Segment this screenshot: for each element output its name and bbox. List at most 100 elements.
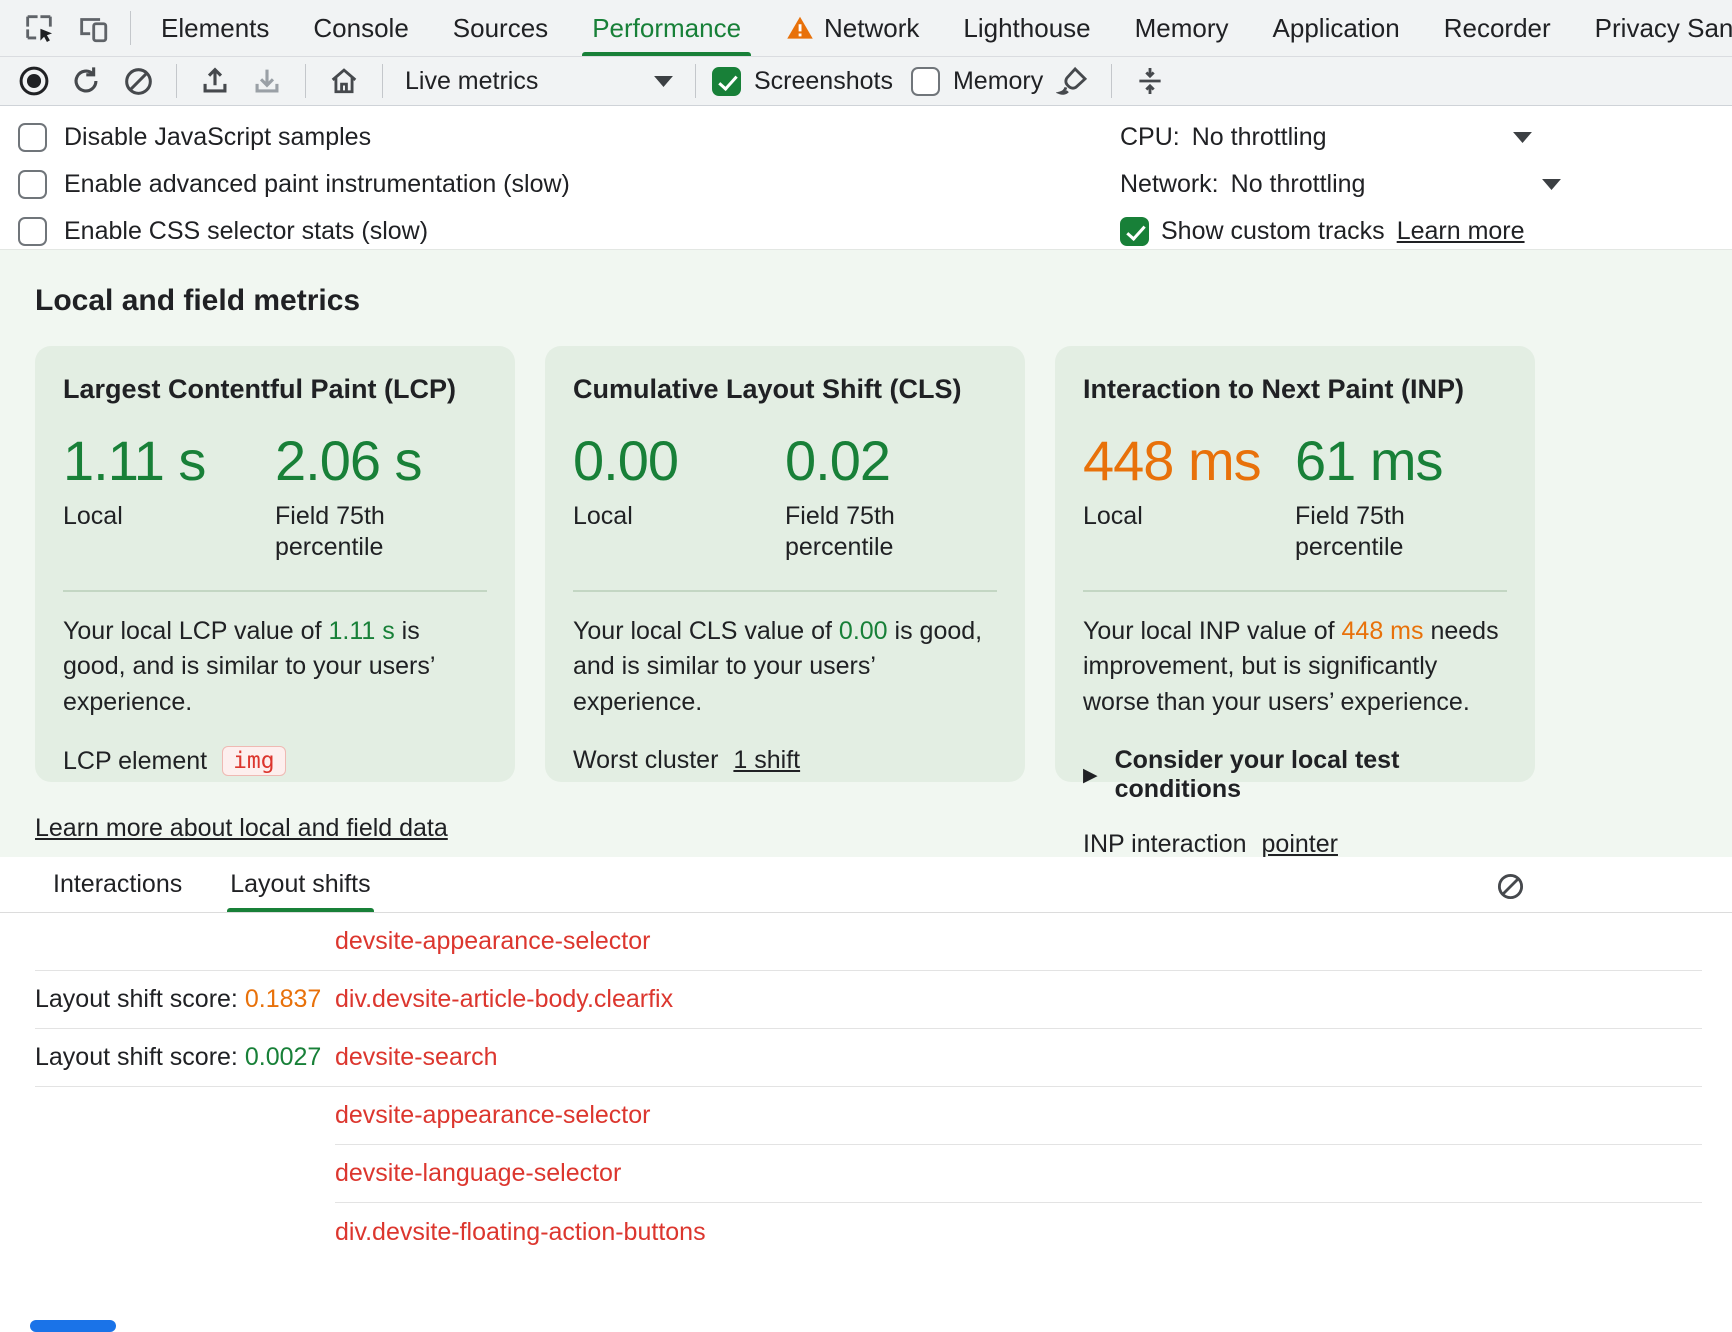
layout-shifts-list: devsite-appearance-selector Layout shift…	[35, 913, 1702, 1261]
cpu-throttling-row: CPU: No throttling	[1120, 114, 1732, 161]
css-selector-stats-checkbox[interactable]	[18, 217, 47, 246]
panel-tabs: Elements Console Sources Performance Net…	[139, 0, 1732, 56]
shift-element-link[interactable]: devsite-appearance-selector	[335, 927, 650, 956]
worst-cluster-label: Worst cluster	[573, 746, 718, 775]
lcp-element-link[interactable]: img	[222, 746, 286, 776]
inp-description: Your local INP value of 448 ms needs imp…	[1083, 614, 1507, 721]
lcp-field-value: 2.06 s	[275, 433, 487, 489]
tab-sources[interactable]: Sources	[431, 0, 570, 56]
cpu-throttling-select[interactable]: No throttling	[1192, 123, 1532, 152]
clear-recording-icon[interactable]	[116, 60, 160, 102]
lcp-description: Your local LCP value of 1.11 s is good, …	[63, 614, 487, 721]
upload-profile-icon[interactable]	[193, 60, 237, 102]
inp-interaction-label: INP interaction	[1083, 830, 1247, 859]
divider	[573, 590, 997, 592]
chevron-down-icon	[1542, 179, 1561, 190]
lcp-card: Largest Contentful Paint (LCP) 1.11 s Lo…	[35, 346, 515, 782]
tab-network[interactable]: Network	[763, 0, 941, 56]
tab-performance[interactable]: Performance	[570, 0, 763, 56]
inp-card: Interaction to Next Paint (INP) 448 ms L…	[1055, 346, 1535, 782]
tab-application[interactable]: Application	[1251, 0, 1422, 56]
divider	[1083, 590, 1507, 592]
collapse-shortcuts-icon[interactable]	[1128, 60, 1172, 102]
tab-layout-shifts[interactable]: Layout shifts	[227, 857, 373, 912]
tab-recorder[interactable]: Recorder	[1422, 0, 1573, 56]
divider	[130, 11, 131, 45]
performance-settings: Disable JavaScript samples Enable advanc…	[0, 106, 1732, 249]
advanced-paint-checkbox[interactable]	[18, 170, 47, 199]
device-toolbar-icon[interactable]	[68, 5, 118, 51]
tab-lighthouse[interactable]: Lighthouse	[941, 0, 1112, 56]
lcp-local-value: 1.11 s	[63, 433, 275, 489]
tabbar-icon-group	[0, 0, 139, 56]
disable-js-samples-checkbox[interactable]	[18, 123, 47, 152]
layout-shift-row[interactable]: Layout shift score: 0.1837 div.devsite-a…	[35, 971, 1702, 1029]
layout-shift-row[interactable]: devsite-language-selector	[335, 1145, 1702, 1203]
memory-checkbox-row[interactable]: Memory	[911, 67, 1043, 96]
download-profile-icon[interactable]	[245, 60, 289, 102]
custom-tracks-row: Show custom tracks Learn more	[1120, 208, 1732, 255]
live-metrics-log-tabs: Interactions Layout shifts	[0, 857, 1732, 913]
throttling-column: CPU: No throttling Network: No throttlin…	[1120, 114, 1732, 255]
layout-shift-row[interactable]: div.devsite-floating-action-buttons	[335, 1203, 1702, 1261]
learn-more-local-field-link[interactable]: Learn more about local and field data	[35, 814, 448, 843]
shift-score: Layout shift score: 0.0027	[35, 1043, 335, 1072]
show-custom-tracks-checkbox[interactable]	[1120, 217, 1149, 246]
cls-field-value: 0.02	[785, 433, 997, 489]
disable-js-samples-row[interactable]: Disable JavaScript samples	[18, 114, 570, 161]
home-icon[interactable]	[322, 60, 366, 102]
inp-field-value: 61 ms	[1295, 433, 1507, 489]
cls-card-title: Cumulative Layout Shift (CLS)	[573, 374, 997, 405]
layout-shift-row[interactable]: devsite-appearance-selector	[335, 1087, 1702, 1145]
shift-element-link[interactable]: devsite-language-selector	[335, 1159, 621, 1188]
css-selector-stats-row[interactable]: Enable CSS selector stats (slow)	[18, 208, 570, 255]
divider	[695, 64, 696, 98]
shift-element-link[interactable]: devsite-search	[335, 1043, 498, 1072]
chevron-down-icon	[1513, 132, 1532, 143]
inp-local-value: 448 ms	[1083, 433, 1295, 489]
shift-element-link[interactable]: devsite-appearance-selector	[335, 1101, 650, 1130]
shift-score: Layout shift score: 0.1837	[35, 985, 335, 1014]
inspect-element-icon[interactable]	[14, 5, 64, 51]
devtools-tabbar: Elements Console Sources Performance Net…	[0, 0, 1732, 57]
divider	[382, 64, 383, 98]
custom-tracks-learn-more-link[interactable]: Learn more	[1397, 217, 1525, 246]
worst-cluster-shift-link[interactable]: 1 shift	[733, 746, 800, 775]
chevron-down-icon	[654, 76, 673, 87]
inp-card-title: Interaction to Next Paint (INP)	[1083, 374, 1507, 405]
advanced-paint-row[interactable]: Enable advanced paint instrumentation (s…	[18, 161, 570, 208]
local-field-metrics-section: Local and field metrics Largest Contentf…	[0, 249, 1732, 857]
record-icon[interactable]	[12, 60, 56, 102]
divider	[176, 64, 177, 98]
clear-log-icon[interactable]	[1488, 865, 1532, 907]
horizontal-scrollbar-thumb[interactable]	[30, 1320, 116, 1332]
gc-broom-icon[interactable]	[1051, 60, 1095, 102]
settings-checkbox-column: Disable JavaScript samples Enable advanc…	[18, 114, 570, 255]
reload-record-icon[interactable]	[64, 60, 108, 102]
shift-element-link[interactable]: div.devsite-floating-action-buttons	[335, 1218, 706, 1247]
tab-elements[interactable]: Elements	[139, 0, 291, 56]
performance-toolbar: Live metrics Screenshots Memory	[0, 57, 1732, 106]
local-test-conditions-disclosure[interactable]: ▶ Consider your local test conditions	[1083, 746, 1507, 804]
network-throttling-row: Network: No throttling	[1120, 161, 1732, 208]
live-metrics-select[interactable]: Live metrics	[399, 67, 679, 96]
divider	[63, 590, 487, 592]
screenshots-checkbox[interactable]	[712, 67, 741, 96]
network-label: Network:	[1120, 170, 1219, 199]
cpu-label: CPU:	[1120, 123, 1180, 152]
warning-icon	[785, 13, 815, 43]
tab-console[interactable]: Console	[291, 0, 430, 56]
inp-interaction-pointer-link[interactable]: pointer	[1262, 830, 1338, 859]
tab-interactions[interactable]: Interactions	[50, 857, 185, 912]
tab-memory[interactable]: Memory	[1113, 0, 1251, 56]
layout-shift-row[interactable]: devsite-appearance-selector	[35, 913, 1702, 971]
metric-cards: Largest Contentful Paint (LCP) 1.11 s Lo…	[35, 346, 1697, 782]
screenshots-checkbox-row[interactable]: Screenshots	[712, 67, 893, 96]
memory-checkbox[interactable]	[911, 67, 940, 96]
cls-card: Cumulative Layout Shift (CLS) 0.00 Local…	[545, 346, 1025, 782]
tab-privacy-sandbox[interactable]: Privacy Sandbox	[1573, 0, 1732, 56]
shift-element-link[interactable]: div.devsite-article-body.clearfix	[335, 985, 673, 1014]
network-throttling-select[interactable]: No throttling	[1231, 170, 1561, 199]
disclosure-triangle-icon: ▶	[1083, 764, 1098, 787]
layout-shift-row[interactable]: Layout shift score: 0.0027 devsite-searc…	[35, 1029, 1702, 1087]
